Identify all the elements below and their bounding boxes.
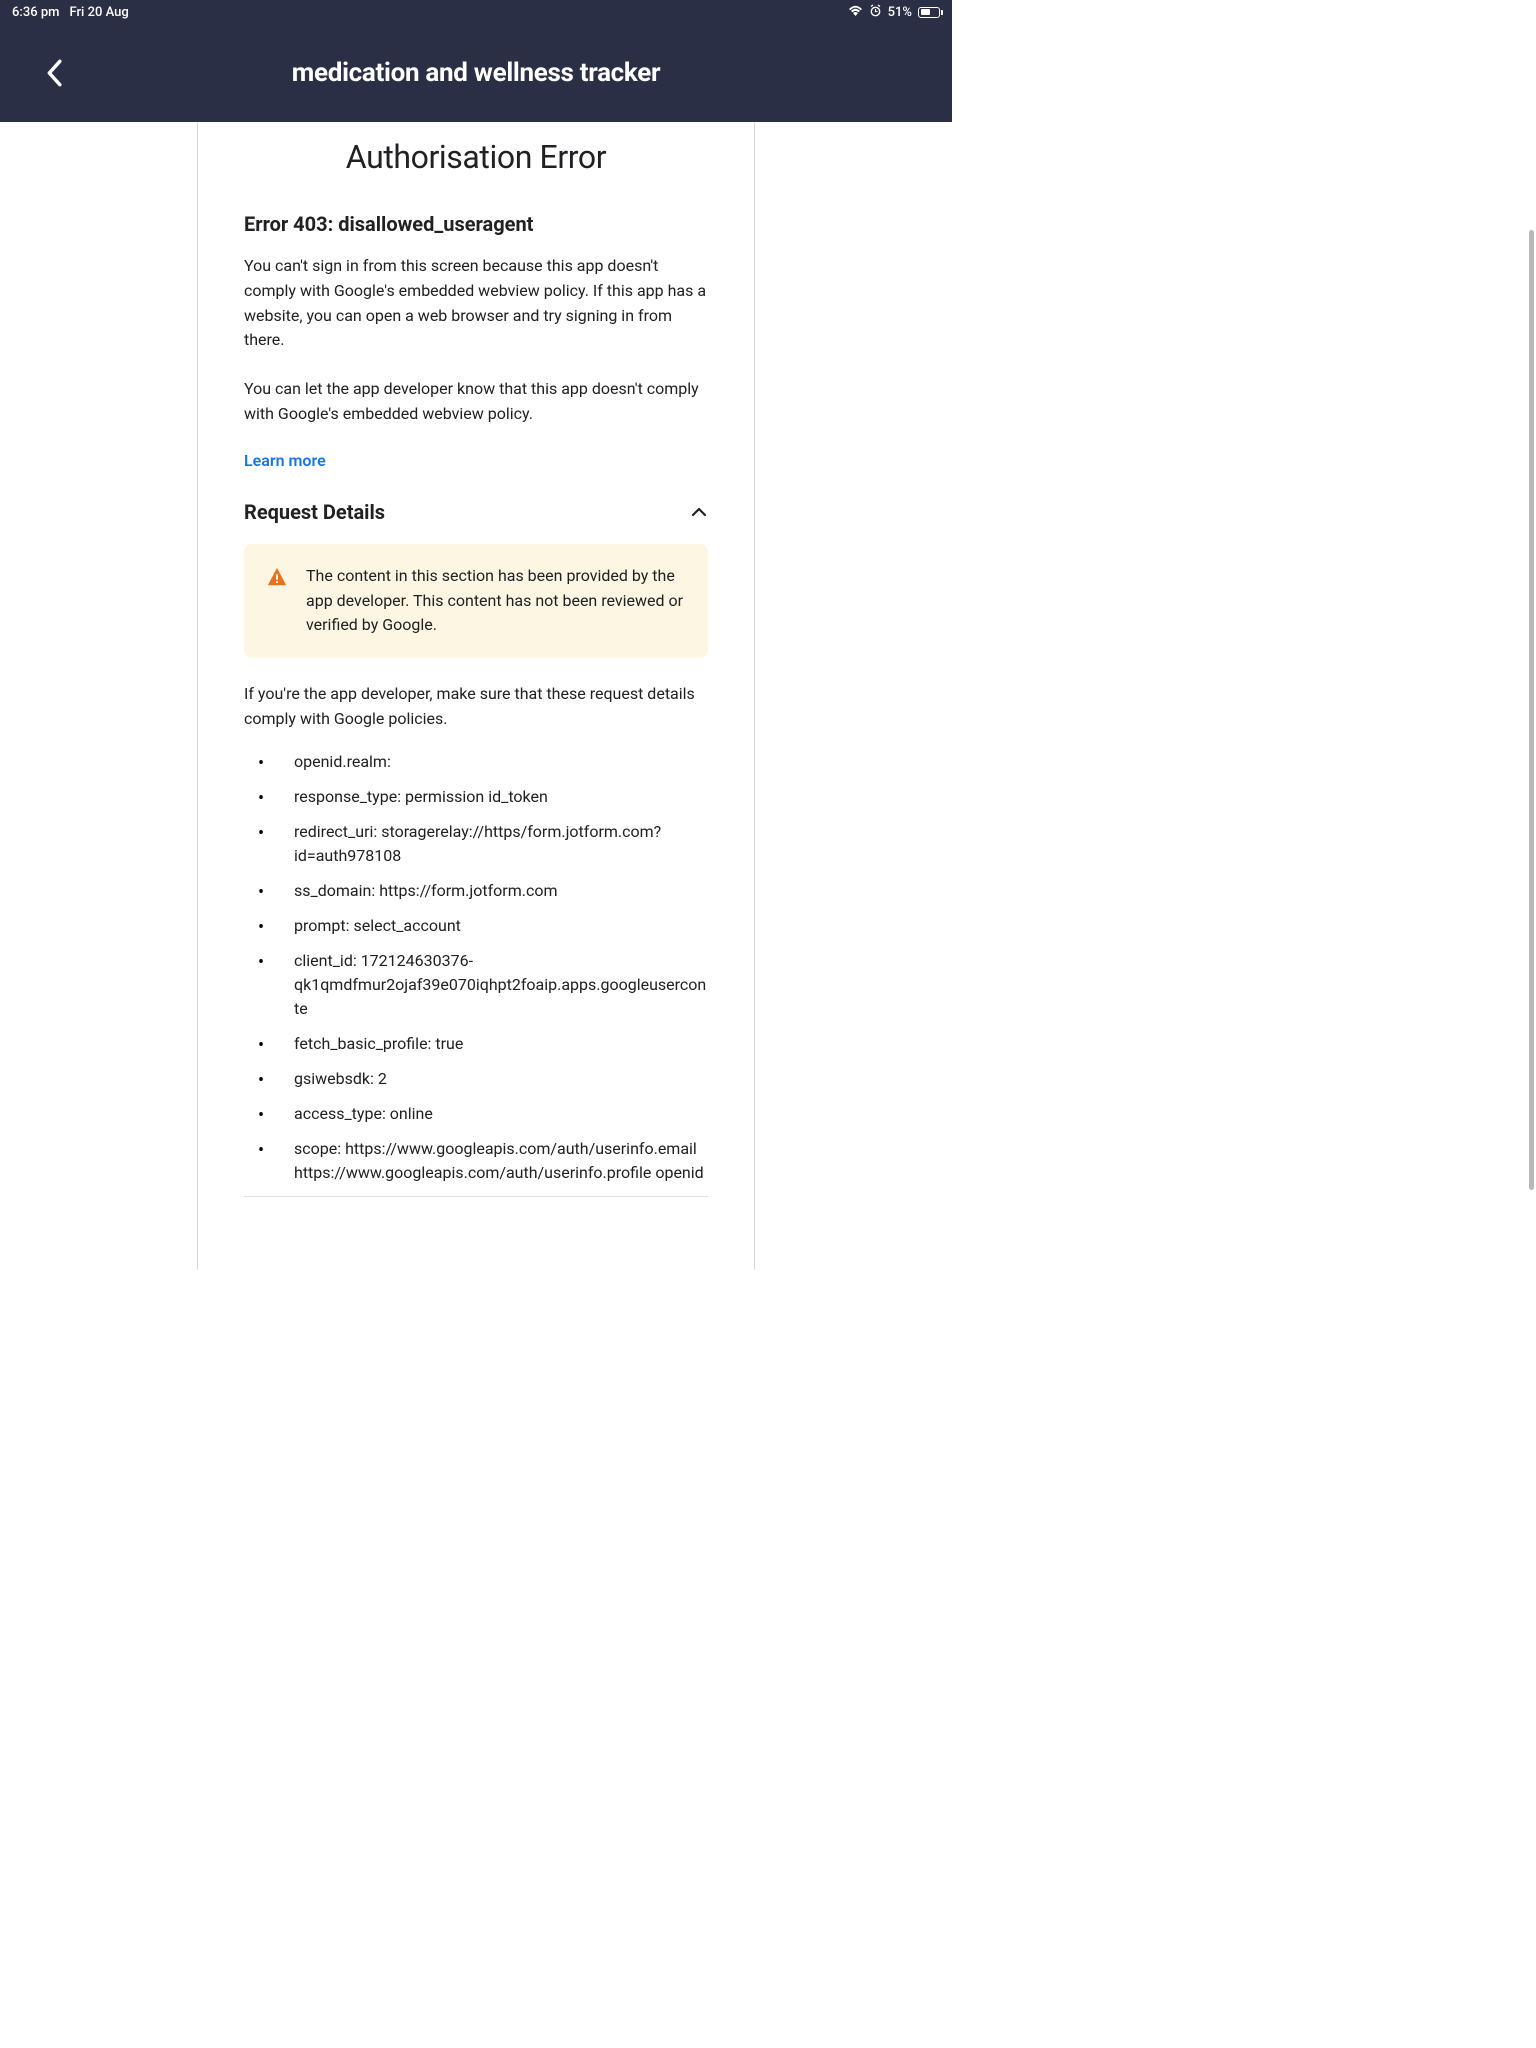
error-explanation-2: You can let the app developer know that … bbox=[244, 377, 708, 427]
request-details-list: openid.realm: response_type: permission … bbox=[244, 750, 708, 1185]
wifi-icon bbox=[848, 5, 863, 20]
request-details-label: Request Details bbox=[244, 500, 385, 524]
back-button[interactable] bbox=[38, 57, 70, 89]
status-time: 6:36 pm bbox=[12, 5, 59, 20]
battery-icon bbox=[918, 7, 940, 18]
developer-note: If you're the app developer, make sure t… bbox=[244, 682, 708, 732]
alarm-icon bbox=[869, 4, 882, 21]
page-title: Authorisation Error bbox=[244, 138, 708, 176]
developer-warning-box: The content in this section has been pro… bbox=[244, 544, 708, 658]
list-item: prompt: select_account bbox=[258, 914, 708, 938]
list-item: redirect_uri: storagerelay://https/form.… bbox=[258, 820, 708, 868]
error-explanation-1: You can't sign in from this screen becau… bbox=[244, 254, 708, 353]
list-item: gsiwebsdk: 2 bbox=[258, 1067, 708, 1091]
chevron-left-icon bbox=[45, 59, 63, 87]
list-item: response_type: permission id_token bbox=[258, 785, 708, 809]
list-item: client_id: 172124630376-qk1qmdfmur2ojaf3… bbox=[258, 949, 708, 1021]
divider bbox=[244, 1196, 708, 1197]
status-date: Fri 20 Aug bbox=[69, 5, 128, 20]
error-code-heading: Error 403: disallowed_useragent bbox=[244, 212, 708, 236]
learn-more-link[interactable]: Learn more bbox=[244, 451, 326, 470]
status-bar: 6:36 pm Fri 20 Aug 51% bbox=[0, 0, 952, 24]
app-nav-bar: medication and wellness tracker bbox=[0, 24, 952, 122]
chevron-up-icon bbox=[690, 503, 708, 521]
content-column: Authorisation Error Error 403: disallowe… bbox=[197, 122, 755, 1270]
nav-title: medication and wellness tracker bbox=[0, 58, 952, 88]
warning-text: The content in this section has been pro… bbox=[306, 564, 688, 638]
list-item: openid.realm: bbox=[258, 750, 708, 774]
warning-icon bbox=[266, 566, 288, 588]
battery-percent: 51% bbox=[888, 5, 912, 20]
scrollbar[interactable] bbox=[1529, 230, 1534, 1190]
list-item: ss_domain: https://form.jotform.com bbox=[258, 879, 708, 903]
request-details-toggle[interactable]: Request Details bbox=[244, 500, 708, 524]
list-item: access_type: online bbox=[258, 1102, 708, 1126]
list-item: scope: https://www.googleapis.com/auth/u… bbox=[258, 1137, 708, 1185]
list-item: fetch_basic_profile: true bbox=[258, 1032, 708, 1056]
